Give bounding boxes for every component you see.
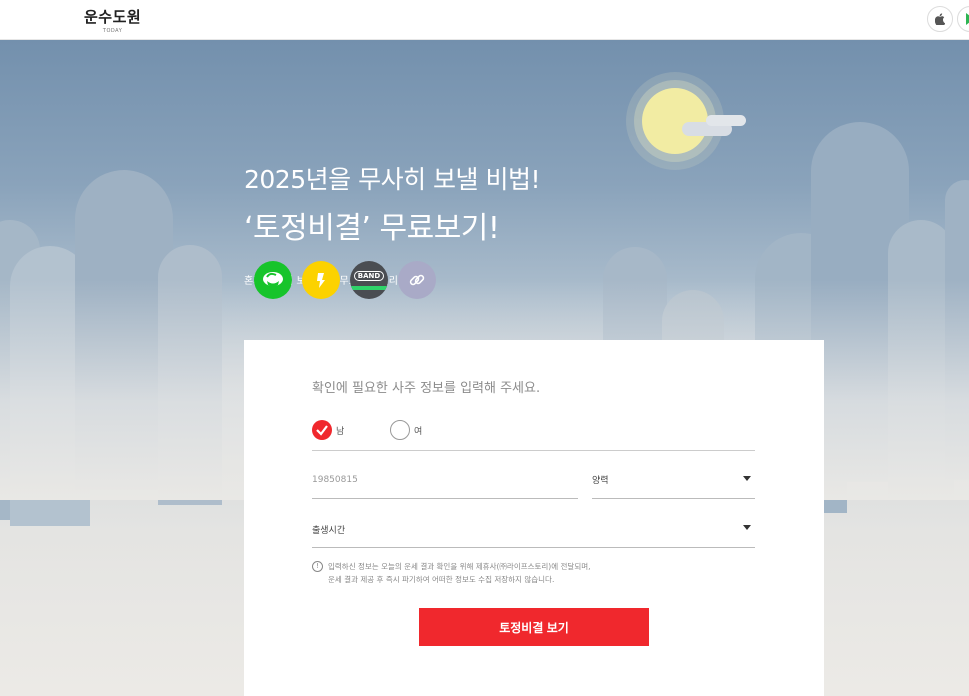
moon-icon (642, 88, 708, 154)
kakaostory-share-button[interactable] (302, 261, 340, 299)
headline-line2: ‘토정비결’ 무료보기! (244, 211, 500, 246)
top-bar: 운수도원 TODAY (0, 0, 969, 40)
link-icon (409, 274, 425, 286)
logo-subtitle: TODAY (102, 28, 123, 34)
notice-line1: 입력하신 정보는 오늘의 운세 결과 확인을 위해 제휴사(㈜라이프스토리)에 … (328, 562, 591, 571)
apple-icon (935, 13, 945, 25)
notice-line2: 운세 결과 제공 후 즉시 파기하여 어떠한 정보도 수집 저장하지 않습니다. (328, 575, 555, 584)
birth-time-select[interactable]: 출생시간 (312, 517, 755, 548)
google-play-button[interactable] (957, 6, 969, 32)
birth-time-value: 출생시간 (312, 526, 346, 536)
play-store-icon (966, 13, 969, 25)
gender-female-radio[interactable] (390, 420, 410, 440)
band-share-button[interactable]: BAND (350, 261, 388, 299)
kakaostory-icon (317, 273, 325, 288)
kakaotalk-icon (263, 272, 283, 287)
caret-down-icon (743, 525, 751, 530)
caret-down-icon (743, 476, 751, 481)
checkmark-icon (316, 425, 328, 436)
birthdate-input[interactable]: 19850815 (312, 468, 578, 499)
cloud-icon-small (706, 115, 746, 126)
gender-selector: 남 여 (312, 419, 755, 451)
kakaotalk-share-button[interactable] (254, 261, 292, 299)
calendar-type-value: 양력 (592, 476, 609, 486)
calendar-type-select[interactable]: 양력 (592, 468, 755, 499)
logo-title: 운수도원 (84, 8, 142, 26)
form-intro: 확인에 필요한 사주 정보를 입력해 주세요. (312, 381, 541, 396)
band-stripe (350, 286, 388, 290)
gender-male-radio[interactable] (312, 420, 332, 440)
gender-female-label: 여 (414, 427, 423, 437)
headline-line1: 2025년을 무사히 보낼 비법! (244, 165, 541, 194)
logo[interactable]: 운수도원 TODAY (84, 6, 141, 34)
info-icon: ! (312, 561, 323, 572)
apple-app-store-button[interactable] (927, 6, 953, 32)
gender-male-label: 남 (336, 427, 345, 437)
band-icon: BAND (353, 271, 385, 281)
birthdate-placeholder: 19850815 (312, 475, 358, 485)
saju-input-form: 확인에 필요한 사주 정보를 입력해 주세요. 남 여 19850815 양력 … (244, 340, 824, 696)
copy-link-button[interactable] (398, 261, 436, 299)
submit-button[interactable]: 토정비결 보기 (419, 608, 649, 646)
